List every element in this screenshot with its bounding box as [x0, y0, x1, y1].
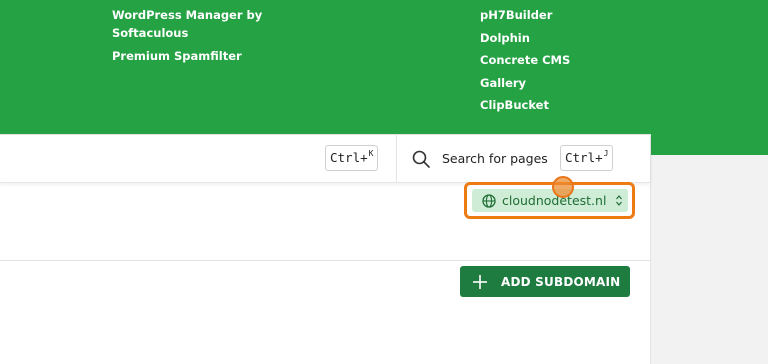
menu-link-ph7builder[interactable]: pH7Builder: [480, 6, 600, 24]
shortcut-badge-ctrl-j: Ctrl+J: [560, 145, 614, 171]
domain-select[interactable]: cloudnodetest.nl: [472, 189, 628, 212]
menu-link-premium-spamfilter[interactable]: Premium Spamfilter: [112, 47, 282, 65]
top-toolbar: Ctrl+K Search for pages Ctrl+J: [0, 135, 650, 183]
plus-icon: [473, 274, 487, 289]
header-banner: WordPress Manager by Softaculous Premium…: [0, 0, 768, 155]
toolbar-divider: [396, 135, 397, 182]
main-panel: Ctrl+K Search for pages Ctrl+J: [0, 135, 650, 364]
menu-column-left: WordPress Manager by Softaculous Premium…: [112, 6, 282, 70]
menu-link-gallery[interactable]: Gallery: [480, 74, 600, 92]
menu-link-dolphin[interactable]: Dolphin: [480, 29, 600, 47]
cursor-indicator: [552, 176, 574, 198]
shortcut-letter: J: [603, 149, 609, 158]
shortcut-letter: K: [368, 149, 374, 158]
menu-link-concrete-cms[interactable]: Concrete CMS: [480, 51, 600, 69]
shortcut-badge-ctrl-k: Ctrl+K: [325, 145, 379, 171]
shortcut-key: Ctrl+: [565, 150, 603, 165]
add-subdomain-button[interactable]: ADD SUBDOMAIN: [460, 266, 630, 297]
domain-selector-highlight: cloudnodetest.nl: [464, 182, 635, 219]
shortcut-key: Ctrl+: [330, 150, 368, 165]
domain-select-value: cloudnodetest.nl: [502, 193, 607, 208]
chevron-up-down-icon: [616, 195, 622, 206]
search-pages-button[interactable]: Search for pages: [442, 149, 548, 169]
section-divider: [0, 260, 650, 261]
menu-link-wordpress-manager[interactable]: WordPress Manager by Softaculous: [112, 6, 282, 42]
add-subdomain-label: ADD SUBDOMAIN: [501, 274, 621, 289]
search-icon[interactable]: [412, 150, 430, 168]
menu-column-right: pH7Builder Dolphin Concrete CMS Gallery …: [480, 6, 600, 119]
globe-icon: [482, 193, 496, 208]
menu-link-clipbucket[interactable]: ClipBucket: [480, 96, 600, 114]
